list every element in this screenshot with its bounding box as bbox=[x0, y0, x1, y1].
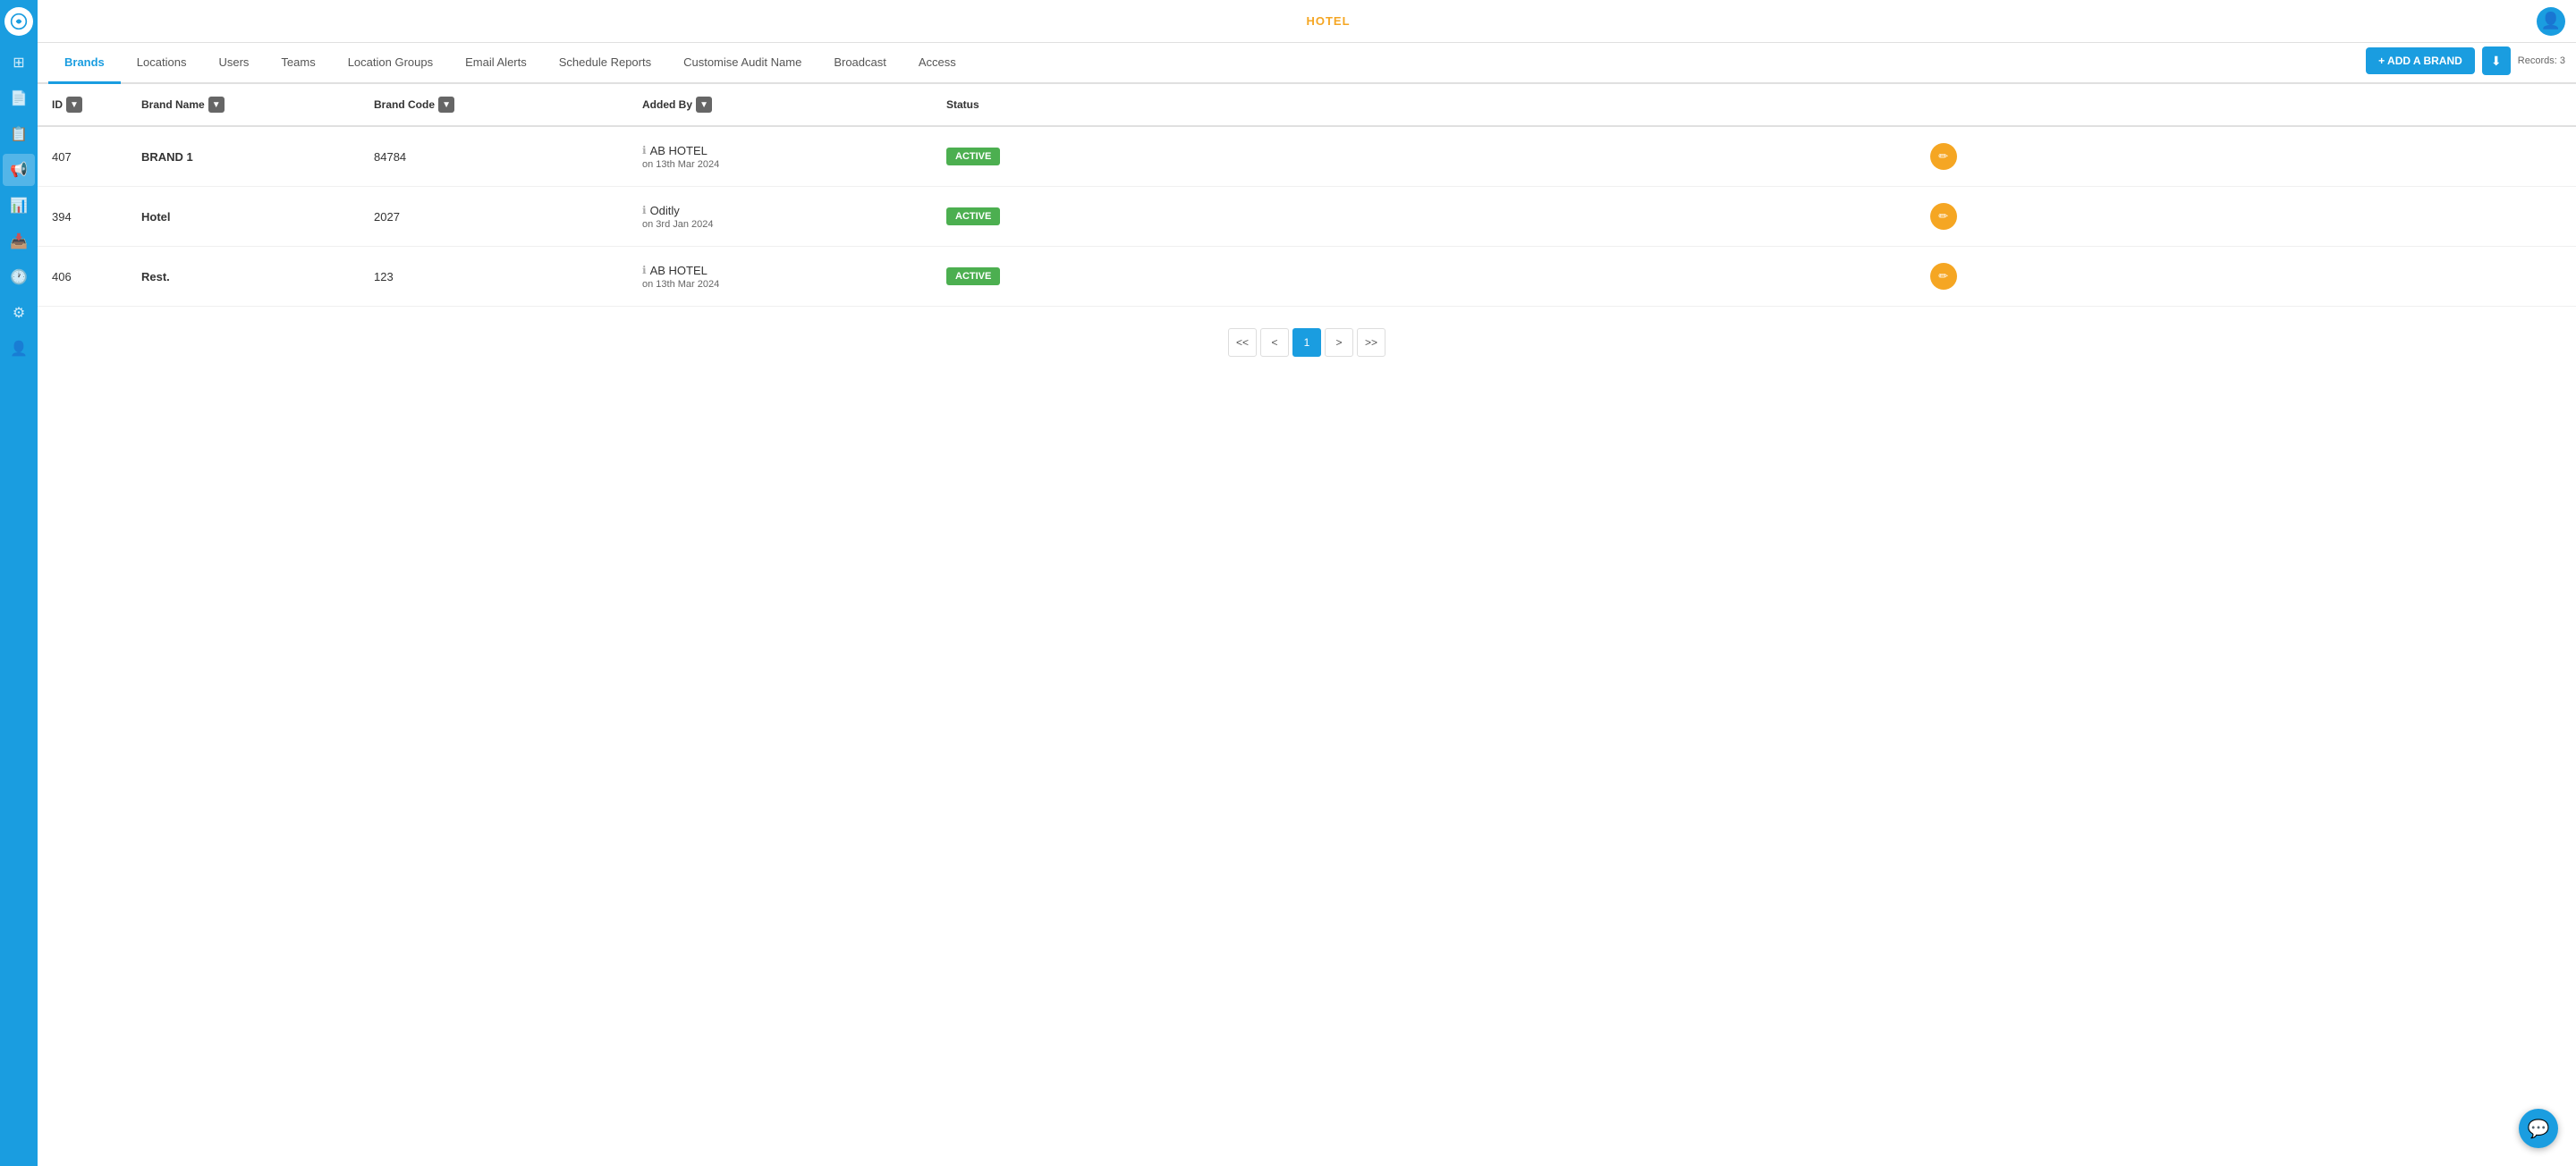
app-logo[interactable] bbox=[4, 7, 33, 36]
col-status-label: Status bbox=[946, 98, 979, 111]
status-badge: ACTIVE bbox=[946, 148, 1000, 165]
content-area: ID ▼ Brand Name ▼ Brand Code ▼ bbox=[38, 84, 2576, 1166]
sidebar-item-chart[interactable]: 📊 bbox=[3, 190, 35, 222]
tab-access[interactable]: Access bbox=[902, 43, 972, 84]
sidebar-item-settings[interactable]: ⚙ bbox=[3, 297, 35, 329]
tab-brands[interactable]: Brands bbox=[48, 43, 121, 84]
topbar: HOTEL 👤 bbox=[38, 0, 2576, 43]
col-id-sort[interactable]: ▼ bbox=[66, 97, 82, 113]
records-count: Records: 3 bbox=[2518, 55, 2565, 66]
status-badge: ACTIVE bbox=[946, 207, 1000, 225]
col-added-by-label: Added By bbox=[642, 98, 692, 111]
tab-broadcast[interactable]: Broadcast bbox=[818, 43, 902, 84]
cell-added-by: ℹ Oditly on 3rd Jan 2024 bbox=[628, 187, 932, 247]
hotel-label: HOTEL bbox=[1306, 14, 1350, 28]
cell-id: 406 bbox=[38, 247, 127, 307]
cell-status: ACTIVE bbox=[932, 126, 1916, 187]
nav-actions: + ADD A BRAND ⬇ Records: 3 bbox=[2366, 46, 2565, 82]
info-icon: ℹ bbox=[642, 264, 647, 276]
sidebar-item-document2[interactable]: 📋 bbox=[3, 118, 35, 150]
cell-added-by: ℹ AB HOTEL on 13th Mar 2024 bbox=[628, 247, 932, 307]
pagination-first[interactable]: << bbox=[1228, 328, 1257, 357]
cell-added-by: ℹ AB HOTEL on 13th Mar 2024 bbox=[628, 126, 932, 187]
cell-brand-name: Hotel bbox=[127, 187, 360, 247]
tab-customise-audit-name[interactable]: Customise Audit Name bbox=[667, 43, 818, 84]
tab-locations[interactable]: Locations bbox=[121, 43, 203, 84]
added-by-date: on 13th Mar 2024 bbox=[642, 159, 918, 170]
cell-id: 407 bbox=[38, 126, 127, 187]
cell-actions: ✏ bbox=[1916, 126, 2576, 187]
added-by-name-text: Oditly bbox=[650, 204, 680, 217]
cell-actions: ✏ bbox=[1916, 247, 2576, 307]
table-row: 394 Hotel 2027 ℹ Oditly on 3rd Jan 2024 … bbox=[38, 187, 2576, 247]
col-brand-code-sort[interactable]: ▼ bbox=[438, 97, 454, 113]
col-brand-name-label: Brand Name bbox=[141, 98, 205, 111]
cell-id: 394 bbox=[38, 187, 127, 247]
pagination: << < 1 > >> bbox=[38, 307, 2576, 378]
cell-brand-name: BRAND 1 bbox=[127, 126, 360, 187]
col-brand-name-sort[interactable]: ▼ bbox=[208, 97, 225, 113]
sidebar: ⊞ 📄 📋 📢 📊 📥 🕐 ⚙ 👤 bbox=[0, 0, 38, 1166]
added-by-date: on 3rd Jan 2024 bbox=[642, 219, 918, 230]
cell-actions: ✏ bbox=[1916, 187, 2576, 247]
user-avatar[interactable]: 👤 bbox=[2537, 7, 2565, 36]
edit-button[interactable]: ✏ bbox=[1930, 263, 1957, 290]
col-id-label: ID bbox=[52, 98, 63, 111]
info-icon: ℹ bbox=[642, 204, 647, 216]
main-content: HOTEL 👤 Brands Locations Users Teams Loc… bbox=[38, 0, 2576, 1166]
edit-button[interactable]: ✏ bbox=[1930, 143, 1957, 170]
download-button[interactable]: ⬇ bbox=[2482, 46, 2511, 75]
sidebar-item-document[interactable]: 📄 bbox=[3, 82, 35, 114]
col-brand-code-label: Brand Code bbox=[374, 98, 435, 111]
sidebar-item-broadcast[interactable]: 📢 bbox=[3, 154, 35, 186]
cell-status: ACTIVE bbox=[932, 247, 1916, 307]
sidebar-item-user[interactable]: 👤 bbox=[3, 333, 35, 365]
added-by-date: on 13th Mar 2024 bbox=[642, 279, 918, 290]
pagination-next[interactable]: > bbox=[1325, 328, 1353, 357]
tab-users[interactable]: Users bbox=[202, 43, 265, 84]
col-added-by-sort[interactable]: ▼ bbox=[696, 97, 712, 113]
nav-tabs: Brands Locations Users Teams Location Gr… bbox=[38, 43, 2576, 84]
edit-button[interactable]: ✏ bbox=[1930, 203, 1957, 230]
tab-teams[interactable]: Teams bbox=[265, 43, 331, 84]
added-by-name-text: AB HOTEL bbox=[650, 264, 708, 277]
status-badge: ACTIVE bbox=[946, 267, 1000, 285]
add-brand-button[interactable]: + ADD A BRAND bbox=[2366, 47, 2475, 74]
tab-schedule-reports[interactable]: Schedule Reports bbox=[543, 43, 667, 84]
chat-button[interactable]: 💬 bbox=[2519, 1109, 2558, 1148]
cell-brand-code: 84784 bbox=[360, 126, 628, 187]
sidebar-item-inbox[interactable]: 📥 bbox=[3, 225, 35, 258]
pagination-page-1[interactable]: 1 bbox=[1292, 328, 1321, 357]
pagination-last[interactable]: >> bbox=[1357, 328, 1385, 357]
table-row: 407 BRAND 1 84784 ℹ AB HOTEL on 13th Mar… bbox=[38, 126, 2576, 187]
brands-table: ID ▼ Brand Name ▼ Brand Code ▼ bbox=[38, 84, 2576, 307]
info-icon: ℹ bbox=[642, 144, 647, 156]
sidebar-item-apps[interactable]: ⊞ bbox=[3, 46, 35, 79]
cell-brand-code: 2027 bbox=[360, 187, 628, 247]
tab-email-alerts[interactable]: Email Alerts bbox=[449, 43, 543, 84]
cell-brand-code: 123 bbox=[360, 247, 628, 307]
added-by-name-text: AB HOTEL bbox=[650, 144, 708, 157]
cell-brand-name: Rest. bbox=[127, 247, 360, 307]
cell-status: ACTIVE bbox=[932, 187, 1916, 247]
pagination-prev[interactable]: < bbox=[1260, 328, 1289, 357]
tab-location-groups[interactable]: Location Groups bbox=[332, 43, 449, 84]
sidebar-item-clock[interactable]: 🕐 bbox=[3, 261, 35, 293]
table-row: 406 Rest. 123 ℹ AB HOTEL on 13th Mar 202… bbox=[38, 247, 2576, 307]
